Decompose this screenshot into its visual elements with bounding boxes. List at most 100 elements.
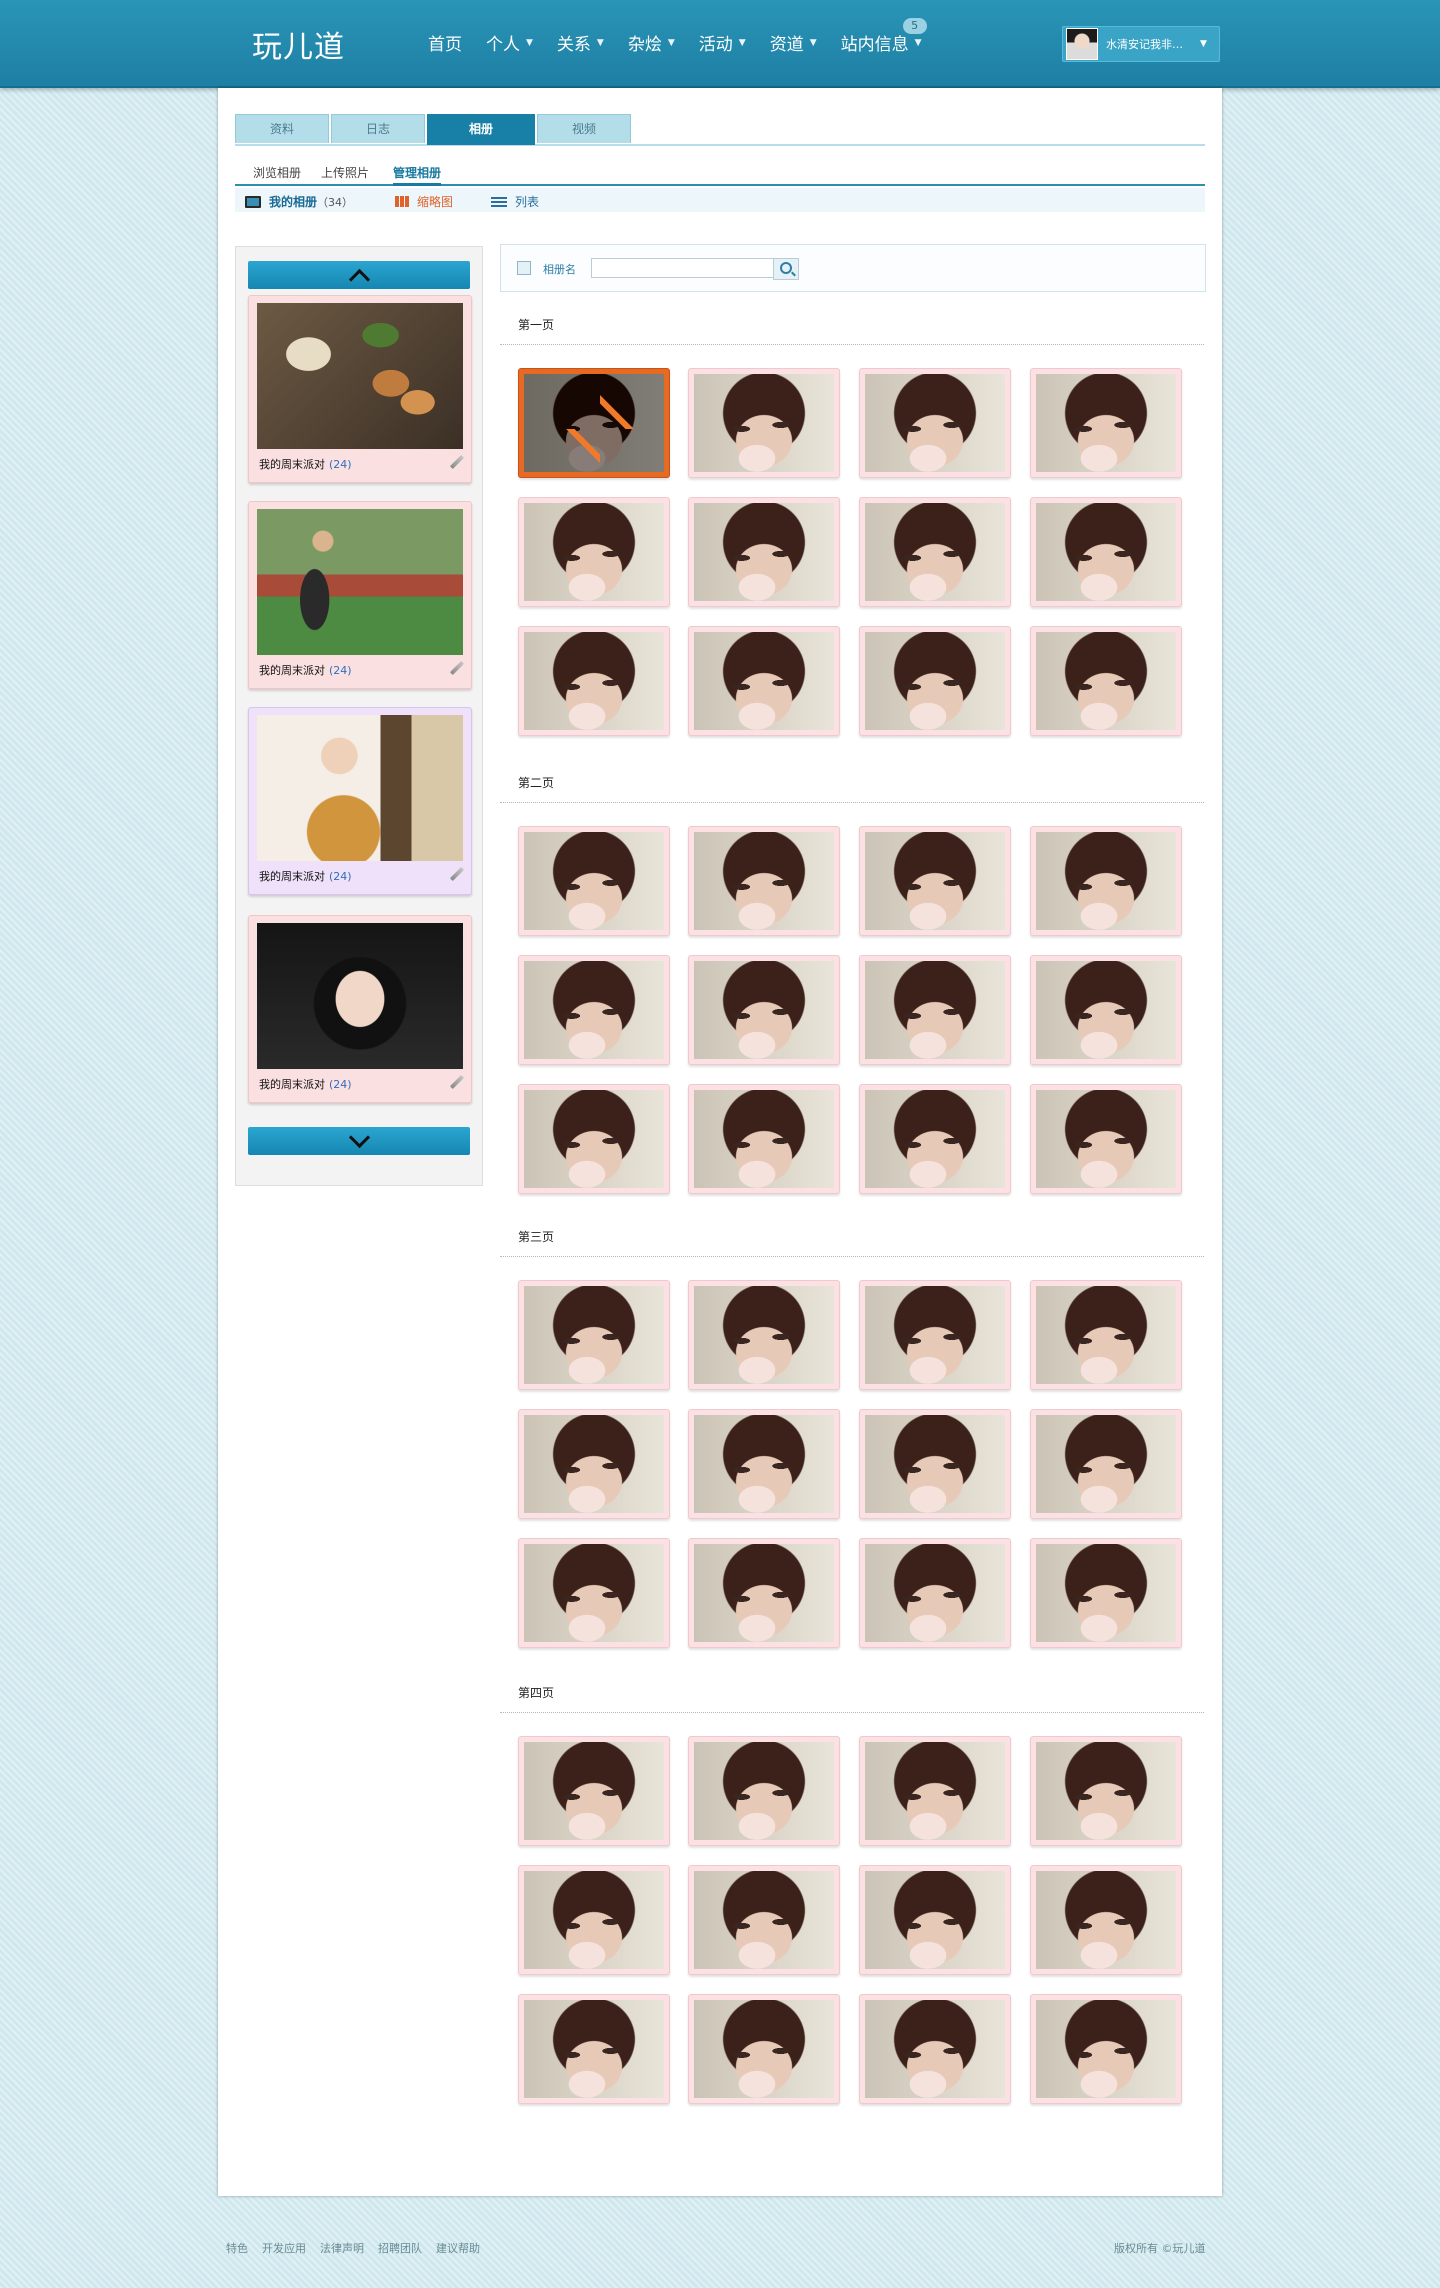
photo-thumbnail[interactable] bbox=[859, 368, 1011, 478]
photo-thumbnail[interactable] bbox=[688, 1538, 840, 1648]
photo-thumbnail[interactable] bbox=[859, 1994, 1011, 2104]
nav-personal[interactable]: 个人 ▼ bbox=[486, 30, 533, 55]
photo-thumbnail[interactable] bbox=[1030, 955, 1182, 1065]
subtab-browse-albums[interactable]: 浏览相册 bbox=[253, 164, 301, 181]
photo-thumbnail[interactable] bbox=[859, 1280, 1011, 1390]
photo-thumbnail[interactable] bbox=[518, 626, 670, 736]
list-view-button[interactable]: 列表 bbox=[491, 193, 539, 210]
photo-thumbnail[interactable] bbox=[688, 497, 840, 607]
caret-down-icon: ▼ bbox=[526, 37, 533, 48]
photo-thumbnail[interactable] bbox=[518, 1865, 670, 1975]
album-card[interactable]: 我的周末派对 (24) bbox=[248, 707, 472, 895]
photo-thumbnail[interactable] bbox=[1030, 1865, 1182, 1975]
photo-thumbnail[interactable] bbox=[688, 1084, 840, 1194]
photo-image bbox=[865, 374, 1005, 472]
edit-pencil-icon[interactable] bbox=[449, 660, 465, 676]
photo-thumbnail[interactable] bbox=[518, 1994, 670, 2104]
photo-thumbnail[interactable] bbox=[518, 1280, 670, 1390]
album-card[interactable]: 我的周末派对 (24) bbox=[248, 501, 472, 689]
photo-thumbnail[interactable] bbox=[518, 497, 670, 607]
subtab-manage-albums[interactable]: 管理相册 bbox=[393, 164, 442, 186]
photo-thumbnail[interactable] bbox=[518, 826, 670, 936]
photo-thumbnail[interactable] bbox=[688, 1409, 840, 1519]
photo-image bbox=[694, 374, 834, 472]
photo-thumbnail[interactable] bbox=[1030, 368, 1182, 478]
photo-thumbnail[interactable] bbox=[518, 1409, 670, 1519]
nav-relations[interactable]: 关系 ▼ bbox=[557, 30, 604, 55]
tab-blog[interactable]: 日志 bbox=[331, 114, 425, 143]
photo-thumbnail[interactable] bbox=[1030, 1994, 1182, 2104]
photo-thumbnail[interactable] bbox=[518, 955, 670, 1065]
tab-albums[interactable]: 相册 bbox=[427, 114, 535, 145]
photo-thumbnail[interactable] bbox=[859, 1736, 1011, 1846]
page-label: 第一页 bbox=[518, 318, 555, 332]
search-button[interactable] bbox=[773, 258, 799, 280]
tab-videos[interactable]: 视频 bbox=[537, 114, 631, 143]
footer-link[interactable]: 建议帮助 bbox=[436, 2240, 480, 2256]
nav-misc[interactable]: 杂烩 ▼ bbox=[628, 30, 675, 55]
album-cover-image bbox=[257, 715, 463, 861]
photo-thumbnail[interactable] bbox=[518, 368, 670, 478]
photo-thumbnail[interactable] bbox=[688, 1736, 840, 1846]
photo-thumbnail[interactable] bbox=[518, 1736, 670, 1846]
photo-thumbnail[interactable] bbox=[859, 626, 1011, 736]
nav-resources[interactable]: 资道 ▼ bbox=[770, 30, 817, 55]
subtab-upload-photos[interactable]: 上传照片 bbox=[321, 164, 369, 181]
grid-view-icon bbox=[395, 196, 409, 207]
my-albums-label: 我的相册 bbox=[269, 195, 318, 209]
album-count: (24) bbox=[329, 870, 352, 883]
tab-profile[interactable]: 资料 bbox=[235, 114, 329, 143]
photo-thumbnail[interactable] bbox=[1030, 1736, 1182, 1846]
album-count: (24) bbox=[329, 1078, 352, 1091]
photo-thumbnail[interactable] bbox=[1030, 1084, 1182, 1194]
footer-link[interactable]: 招聘团队 bbox=[378, 2240, 422, 2256]
photo-image bbox=[694, 1871, 834, 1969]
photo-thumbnail[interactable] bbox=[1030, 626, 1182, 736]
photo-thumbnail[interactable] bbox=[859, 1409, 1011, 1519]
site-logo[interactable]: 玩儿道 bbox=[252, 22, 345, 66]
user-menu[interactable]: 水清安记我非… ▼ bbox=[1062, 26, 1220, 62]
photo-thumbnail[interactable] bbox=[1030, 826, 1182, 936]
footer-link[interactable]: 开发应用 bbox=[262, 2240, 306, 2256]
nav-messages[interactable]: 站内信息 ▼ 5 bbox=[841, 18, 927, 55]
edit-pencil-icon[interactable] bbox=[449, 1074, 465, 1090]
footer-link[interactable]: 法律声明 bbox=[320, 2240, 364, 2256]
photo-thumbnail[interactable] bbox=[859, 1084, 1011, 1194]
thumbnail-view-button[interactable]: 缩略图 bbox=[395, 193, 453, 210]
photo-image bbox=[694, 832, 834, 930]
my-albums-link[interactable]: 我的相册 （34） bbox=[245, 193, 353, 210]
photo-thumbnail[interactable] bbox=[1030, 1280, 1182, 1390]
photo-thumbnail[interactable] bbox=[859, 955, 1011, 1065]
photo-thumbnail[interactable] bbox=[518, 1538, 670, 1648]
dotted-divider bbox=[500, 802, 1204, 803]
photo-thumbnail[interactable] bbox=[859, 1538, 1011, 1648]
photo-thumbnail[interactable] bbox=[859, 497, 1011, 607]
photo-thumbnail[interactable] bbox=[1030, 1409, 1182, 1519]
photo-thumbnail[interactable] bbox=[688, 955, 840, 1065]
edit-pencil-icon[interactable] bbox=[449, 454, 465, 470]
album-card[interactable]: 我的周末派对 (24) bbox=[248, 915, 472, 1103]
search-input[interactable] bbox=[591, 258, 779, 278]
album-title: 我的周末派对 (24) bbox=[259, 1078, 352, 1091]
photo-thumbnail[interactable] bbox=[1030, 497, 1182, 607]
photo-thumbnail[interactable] bbox=[688, 1994, 840, 2104]
scroll-up-button[interactable] bbox=[248, 261, 470, 290]
photo-thumbnail[interactable] bbox=[688, 1865, 840, 1975]
nav-home[interactable]: 首页 bbox=[428, 30, 462, 55]
photo-thumbnail[interactable] bbox=[859, 826, 1011, 936]
photo-image bbox=[694, 1415, 834, 1513]
album-card[interactable]: 我的周末派对 (24) bbox=[248, 295, 472, 483]
edit-pencil-icon[interactable] bbox=[449, 866, 465, 882]
photo-thumbnail[interactable] bbox=[688, 626, 840, 736]
photo-thumbnail[interactable] bbox=[859, 1865, 1011, 1975]
nav-activities[interactable]: 活动 ▼ bbox=[699, 30, 746, 55]
footer-link[interactable]: 特色 bbox=[226, 2240, 248, 2256]
photo-thumbnail[interactable] bbox=[518, 1084, 670, 1194]
photo-thumbnail[interactable] bbox=[688, 1280, 840, 1390]
nav-relations-label: 关系 bbox=[556, 35, 591, 55]
scroll-down-button[interactable] bbox=[248, 1126, 470, 1155]
footer-links: 特色 开发应用 法律声明 招聘团队 建议帮助 bbox=[226, 2240, 480, 2256]
photo-thumbnail[interactable] bbox=[688, 368, 840, 478]
photo-thumbnail[interactable] bbox=[688, 826, 840, 936]
photo-thumbnail[interactable] bbox=[1030, 1538, 1182, 1648]
